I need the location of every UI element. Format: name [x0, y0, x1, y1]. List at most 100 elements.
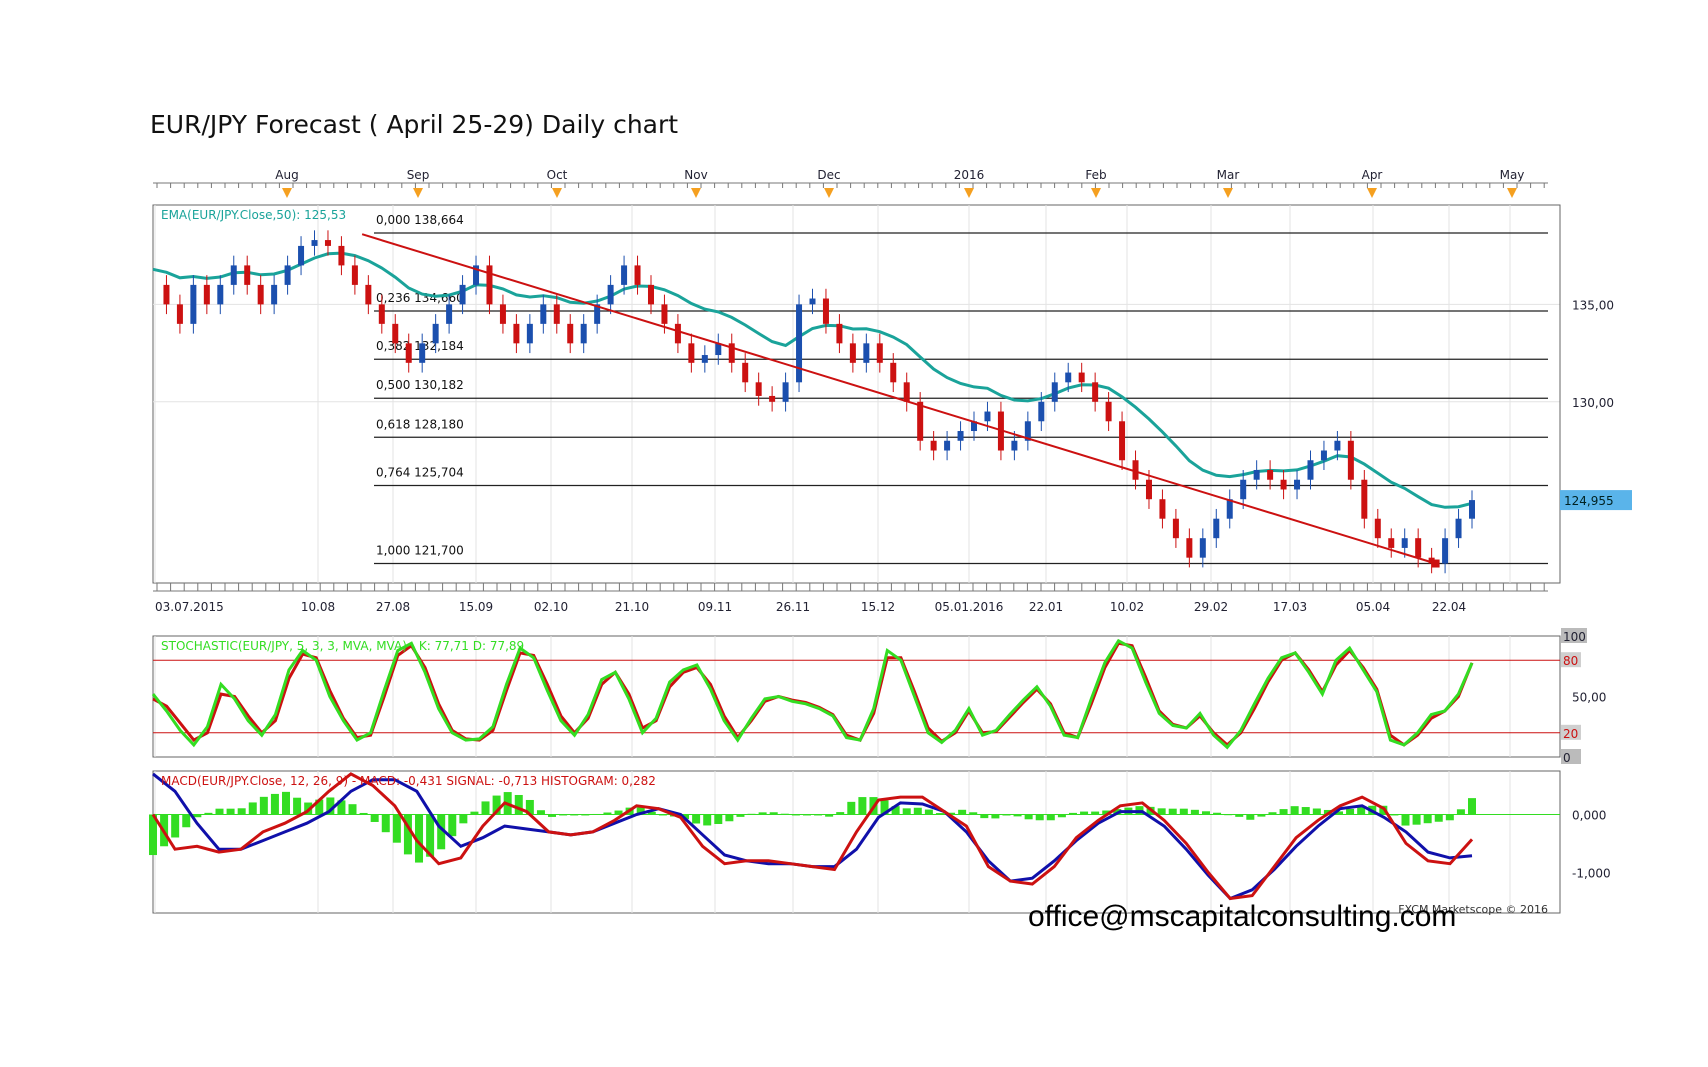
last-price-label: 124,955: [1564, 494, 1614, 508]
candle-body: [1415, 538, 1422, 558]
histogram-bar: [791, 814, 800, 816]
candle-body: [755, 382, 762, 396]
histogram-bar: [448, 814, 457, 837]
candle-body: [849, 343, 856, 363]
histogram-bar: [991, 814, 1000, 819]
histogram-bar: [1401, 814, 1410, 826]
candle-body: [782, 382, 789, 402]
candle-body: [688, 343, 695, 363]
histogram-bar: [1080, 811, 1089, 815]
candle-body: [324, 240, 331, 246]
histogram-bar: [1013, 814, 1022, 817]
histogram-bar: [459, 814, 468, 824]
month-label: May: [1500, 168, 1525, 182]
candle-body: [944, 440, 951, 451]
fib-level-label: 1,000 121,700: [376, 544, 464, 558]
date-label: 05.04: [1356, 600, 1390, 614]
histogram-bar: [237, 808, 246, 815]
histogram-bar: [1046, 814, 1055, 821]
histogram-bar: [747, 813, 756, 815]
histogram-bar: [536, 810, 545, 815]
candle-body: [1388, 538, 1395, 548]
candle-body: [1294, 479, 1301, 490]
candle-body: [621, 265, 628, 285]
histogram-bar: [381, 814, 390, 833]
candle-body: [1186, 538, 1193, 558]
date-label: 10.08: [301, 600, 335, 614]
histogram-bar: [758, 812, 767, 815]
histogram-bar: [780, 813, 789, 815]
price-panel-frame: [152, 204, 1561, 584]
candle-body: [769, 395, 776, 402]
date-label: 29.02: [1194, 600, 1228, 614]
histogram-bar: [559, 814, 568, 816]
histogram-bar: [226, 808, 235, 815]
candle-body: [1172, 518, 1179, 539]
histogram-bar: [847, 801, 856, 815]
month-label: Sep: [407, 168, 430, 182]
histogram-bar: [814, 814, 823, 816]
macd-tick-label: -1,000: [1572, 866, 1611, 880]
month-marker: [413, 188, 423, 198]
month-label: Dec: [817, 168, 840, 182]
histogram-bar: [1024, 814, 1033, 820]
candle-body: [1469, 500, 1475, 519]
candle-body: [647, 284, 654, 305]
histogram-bar: [1268, 812, 1277, 815]
candle-body: [419, 343, 426, 363]
candle-body: [298, 245, 305, 266]
histogram-bar: [481, 801, 490, 815]
candle-body: [1442, 538, 1449, 564]
candle-body: [176, 304, 183, 324]
candle-body: [1253, 469, 1260, 480]
candle-body: [1361, 479, 1368, 519]
candle-body: [1199, 538, 1206, 558]
price-panel: 135,00130,000,000 138,6640,236 134,6600,…: [152, 204, 1632, 614]
histogram-bar: [1423, 814, 1432, 824]
date-label: 27.08: [376, 600, 410, 614]
candle-body: [796, 304, 803, 383]
histogram-bar: [1179, 808, 1188, 815]
histogram-bar: [1456, 809, 1465, 815]
candle-body: [230, 265, 237, 285]
histogram-bar: [1445, 814, 1454, 821]
histogram-bar: [1035, 814, 1044, 821]
candle-body: [190, 284, 197, 324]
candle-body: [1334, 440, 1341, 451]
candle-body: [257, 284, 264, 305]
histogram-bar: [969, 812, 978, 815]
stoch-tick-label: 80: [1563, 654, 1578, 668]
histogram-bar: [1290, 806, 1299, 815]
fib-level-label: 0,500 130,182: [376, 378, 464, 392]
date-label: 05.01.2016: [935, 600, 1004, 614]
macd-panel: 0,000 -1,000 MACD(EUR/JPY.Close, 12, 26, 9…: [149, 770, 1611, 914]
candle-body: [1226, 499, 1233, 519]
trendline-end-marker: [1431, 559, 1440, 568]
histogram-bar: [913, 807, 922, 815]
histogram-bar: [193, 814, 202, 818]
histogram-bar: [1346, 808, 1355, 815]
stochastic-panel: 100 80 50,00 20 0 STOCHASTIC(EUR/JPY, 5, 3, 3…: [151, 628, 1606, 765]
candle-body: [392, 323, 399, 344]
histogram-bar: [282, 791, 291, 815]
candle-body: [284, 265, 291, 285]
month-label: Nov: [684, 168, 707, 182]
histogram-bar: [1279, 809, 1288, 815]
candle-body: [890, 362, 897, 383]
histogram-bar: [603, 812, 612, 815]
histogram-bar: [1312, 808, 1321, 815]
date-label: 22.04: [1432, 600, 1466, 614]
date-label: 26.11: [776, 600, 810, 614]
candle-body: [1051, 382, 1058, 402]
candle-body: [1038, 401, 1045, 422]
stoch-tick-label: 20: [1563, 727, 1578, 741]
histogram-bar: [581, 814, 590, 816]
candle-body: [607, 284, 614, 305]
histogram-bar: [182, 814, 191, 828]
histogram-bar: [858, 797, 867, 815]
month-marker: [1367, 188, 1377, 198]
month-marker: [691, 188, 701, 198]
month-label: Apr: [1362, 168, 1383, 182]
histogram-bar: [980, 814, 989, 819]
candle-body: [311, 240, 318, 246]
